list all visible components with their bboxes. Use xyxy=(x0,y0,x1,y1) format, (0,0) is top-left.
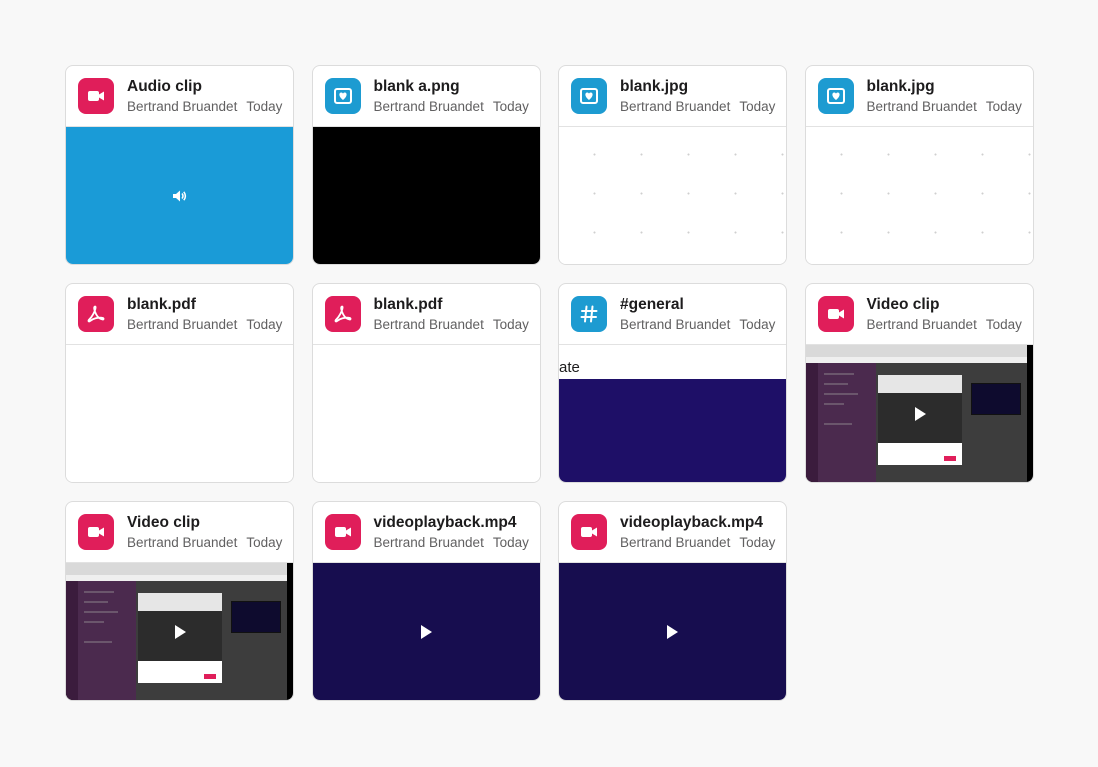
file-card-header: blank a.png Bertrand Bruandet Today xyxy=(312,66,540,127)
play-icon xyxy=(667,624,678,639)
file-card-header: Video clip Bertrand Bruandet Today xyxy=(66,502,293,563)
file-date: Today xyxy=(739,316,776,332)
file-card[interactable]: Video clip Bertrand Bruandet Today xyxy=(804,283,1034,483)
file-date: Today xyxy=(739,98,776,114)
video-preview[interactable] xyxy=(805,345,1033,482)
file-card[interactable]: Audio clip Bertrand Bruandet Today xyxy=(65,65,294,265)
file-author: Bertrand Bruandet xyxy=(373,98,484,114)
pdf-icon xyxy=(78,296,114,332)
audio-preview[interactable] xyxy=(66,127,293,264)
file-date: Today xyxy=(246,98,283,114)
file-card-header: Audio clip Bertrand Bruandet Today xyxy=(66,66,293,127)
file-card[interactable]: #general Bertrand Bruandet Today ate xyxy=(558,283,787,483)
file-grid: Audio clip Bertrand Bruandet Today blank … xyxy=(65,65,1034,701)
image-preview[interactable] xyxy=(805,127,1033,264)
file-date: Today xyxy=(492,98,529,114)
file-date: Today xyxy=(246,534,283,550)
file-card[interactable]: videoplayback.mp4 Bertrand Bruandet Today xyxy=(558,501,787,701)
video-icon xyxy=(817,296,854,332)
file-card-header: #general Bertrand Bruandet Today xyxy=(559,284,786,345)
video-icon xyxy=(571,514,607,550)
pdf-preview[interactable] xyxy=(66,345,293,482)
file-card-header: videoplayback.mp4 Bertrand Bruandet Today xyxy=(312,502,540,563)
file-card[interactable]: blank.jpg Bertrand Bruandet Today xyxy=(804,65,1034,265)
file-author: Bertrand Bruandet xyxy=(127,534,238,550)
file-title: Video clip xyxy=(127,513,200,531)
file-title: videoplayback.mp4 xyxy=(373,513,517,531)
file-date: Today xyxy=(246,316,283,332)
play-icon xyxy=(420,624,432,639)
file-card[interactable]: blank.pdf Bertrand Bruandet Today xyxy=(65,283,294,483)
file-date: Today xyxy=(739,534,776,550)
video-icon xyxy=(324,514,361,550)
file-author: Bertrand Bruandet xyxy=(620,316,731,332)
file-card-header: blank.jpg Bertrand Bruandet Today xyxy=(559,66,786,127)
image-icon xyxy=(571,78,607,114)
file-card[interactable]: blank.pdf Bertrand Bruandet Today xyxy=(311,283,541,483)
file-card[interactable]: videoplayback.mp4 Bertrand Bruandet Today xyxy=(311,501,541,701)
image-icon xyxy=(817,78,854,114)
preview-text: ate xyxy=(559,359,580,376)
pdf-icon xyxy=(324,296,361,332)
file-title: blank.jpg xyxy=(866,77,935,95)
file-card-header: Video clip Bertrand Bruandet Today xyxy=(805,284,1033,345)
file-title: videoplayback.mp4 xyxy=(620,513,764,531)
speaker-icon xyxy=(172,190,186,201)
file-date: Today xyxy=(492,534,529,550)
file-card-header: blank.pdf Bertrand Bruandet Today xyxy=(312,284,540,345)
file-author: Bertrand Bruandet xyxy=(866,98,977,114)
video-preview[interactable] xyxy=(312,563,540,700)
file-author: Bertrand Bruandet xyxy=(127,316,238,332)
image-preview[interactable] xyxy=(312,127,540,264)
file-card[interactable]: Video clip Bertrand Bruandet Today xyxy=(65,501,294,701)
file-title: Audio clip xyxy=(127,77,202,95)
file-author: Bertrand Bruandet xyxy=(620,534,731,550)
file-author: Bertrand Bruandet xyxy=(373,534,484,550)
file-title: blank.jpg xyxy=(620,77,689,95)
file-title: blank a.png xyxy=(373,77,460,95)
play-icon xyxy=(914,407,926,421)
file-date: Today xyxy=(985,98,1022,114)
file-title: Video clip xyxy=(866,295,940,313)
file-card-header: videoplayback.mp4 Bertrand Bruandet Today xyxy=(559,502,786,563)
file-date: Today xyxy=(492,316,529,332)
file-card[interactable]: blank.jpg Bertrand Bruandet Today xyxy=(558,65,787,265)
video-preview[interactable] xyxy=(66,563,293,700)
file-author: Bertrand Bruandet xyxy=(620,98,731,114)
file-card[interactable]: blank a.png Bertrand Bruandet Today xyxy=(311,65,541,265)
canvas-preview[interactable]: ate xyxy=(559,345,786,482)
play-icon xyxy=(175,625,186,639)
file-author: Bertrand Bruandet xyxy=(373,316,484,332)
image-icon xyxy=(324,78,361,114)
file-title: blank.pdf xyxy=(127,295,196,313)
video-icon xyxy=(78,78,114,114)
file-card-header: blank.pdf Bertrand Bruandet Today xyxy=(66,284,293,345)
pdf-preview[interactable] xyxy=(312,345,540,482)
preview-block xyxy=(559,379,786,482)
video-icon xyxy=(78,514,114,550)
file-title: #general xyxy=(620,295,684,313)
file-date: Today xyxy=(985,316,1022,332)
file-card-header: blank.jpg Bertrand Bruandet Today xyxy=(805,66,1033,127)
image-preview[interactable] xyxy=(559,127,786,264)
hash-icon xyxy=(571,296,607,332)
video-preview[interactable] xyxy=(559,563,786,700)
file-author: Bertrand Bruandet xyxy=(127,98,238,114)
file-title: blank.pdf xyxy=(373,295,443,313)
file-author: Bertrand Bruandet xyxy=(866,316,977,332)
